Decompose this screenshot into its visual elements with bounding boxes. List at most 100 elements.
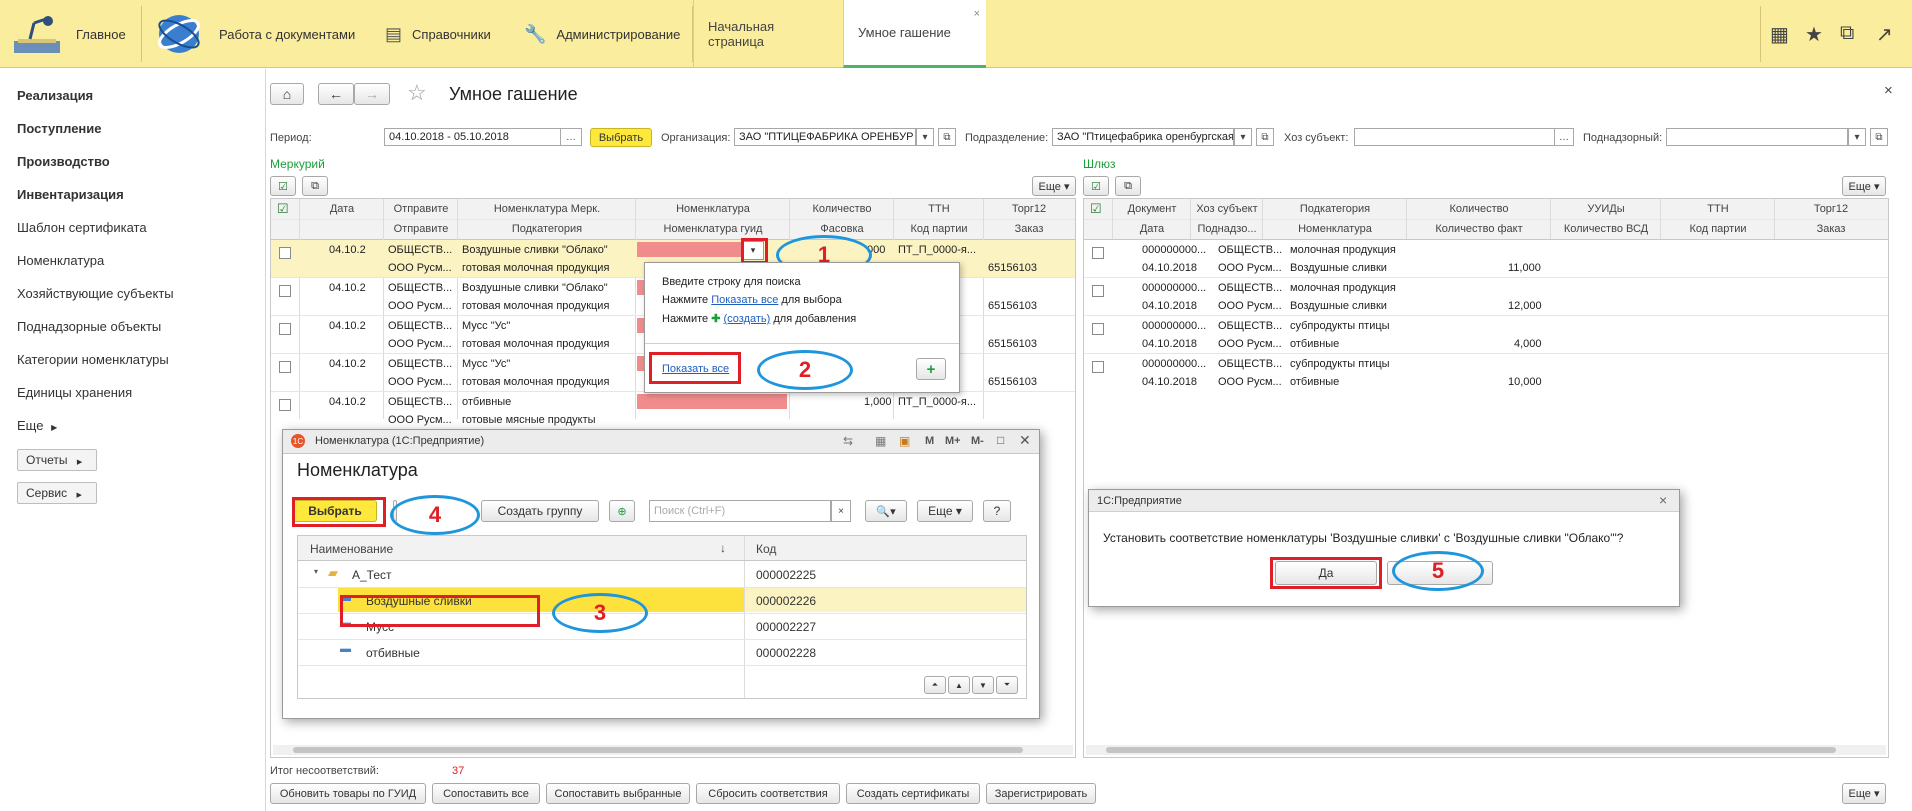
org-dropdown-button[interactable]: ▾ <box>916 128 934 146</box>
close-icon[interactable]: × <box>1659 492 1667 508</box>
create-certificates-button[interactable]: Создать сертификаты <box>846 783 980 804</box>
supervised-field[interactable] <box>1666 128 1848 146</box>
col-uuids[interactable]: УУИДы <box>1552 203 1660 215</box>
division-open-button[interactable]: ⧉ <box>1256 128 1274 146</box>
row-checkbox[interactable] <box>279 247 291 259</box>
checklist-icon[interactable]: ☑ <box>1090 201 1102 217</box>
sidebar-item-production[interactable]: Производство <box>17 154 110 169</box>
nom-empty-cell[interactable] <box>637 242 753 257</box>
search-button[interactable]: 🔍▾ <box>865 500 907 522</box>
row-checkbox[interactable] <box>1092 247 1104 259</box>
reports-button[interactable]: Отчеты ▶ <box>17 449 97 471</box>
update-guid-button[interactable]: Обновить товары по ГУИД <box>270 783 426 804</box>
col-subject[interactable]: Хоз субъект <box>1192 203 1262 215</box>
memory-button[interactable]: M <box>925 435 934 447</box>
col-code[interactable]: Код <box>756 542 776 556</box>
copy-button[interactable]: ⧉ <box>1115 176 1141 196</box>
check-all-button[interactable]: ☑ <box>270 176 296 196</box>
subject-picker-button[interactable]: … <box>1554 128 1574 146</box>
link-icon[interactable]: ⇆ <box>843 434 853 448</box>
scroll-down-button[interactable]: ▼ <box>972 676 994 694</box>
col-batch[interactable]: Код партии <box>1662 223 1774 235</box>
col-ttn[interactable]: ТТН <box>1662 203 1774 215</box>
sidebar-item-sales[interactable]: Реализация <box>17 88 93 103</box>
col-torg12[interactable]: Торг12 <box>1776 203 1886 215</box>
col-qty-fact[interactable]: Количество факт <box>1408 223 1550 235</box>
add-button[interactable]: + <box>916 358 946 380</box>
search-input[interactable]: Поиск (Ctrl+F) <box>649 500 831 522</box>
scroll-thumb[interactable] <box>1106 747 1836 753</box>
sidebar-item-supervised-objects[interactable]: Поднадзорные объекты <box>17 319 161 334</box>
sidebar-item-certificate-template[interactable]: Шаблон сертификата <box>17 220 147 235</box>
row-checkbox[interactable] <box>1092 323 1104 335</box>
create-group-button[interactable]: Создать группу <box>481 500 599 522</box>
row-checkbox[interactable] <box>279 361 291 373</box>
division-field[interactable]: ЗАО "Птицефабрика оренбургская" <box>1052 128 1234 146</box>
org-open-button[interactable]: ⧉ <box>938 128 956 146</box>
supervised-open-button[interactable]: ⧉ <box>1870 128 1888 146</box>
col-qty-vsd[interactable]: Количество ВСД <box>1552 223 1660 235</box>
org-field[interactable]: ЗАО "ПТИЦЕФАБРИКА ОРЕНБУР <box>734 128 916 146</box>
col-pack[interactable]: Фасовка <box>791 223 893 235</box>
match-selected-button[interactable]: Сопоставить выбранные <box>546 783 690 804</box>
match-all-button[interactable]: Сопоставить все <box>432 783 540 804</box>
arrow-icon[interactable]: ↗ <box>1876 22 1893 47</box>
sidebar-item-nomenclature[interactable]: Номенклатура <box>17 253 104 268</box>
sidebar-item-business-entities[interactable]: Хозяйствующие субъекты <box>17 286 174 301</box>
sidebar-item-receipts[interactable]: Поступление <box>17 121 102 136</box>
row-checkbox[interactable] <box>1092 285 1104 297</box>
scroll-up-button[interactable]: ▲ <box>948 676 970 694</box>
help-button[interactable]: ? <box>983 500 1011 522</box>
calendar-icon[interactable]: ▣ <box>899 434 910 448</box>
col-name[interactable]: Наименование <box>310 542 393 556</box>
calculator-icon[interactable]: ▦ <box>875 434 886 448</box>
row-checkbox[interactable] <box>279 399 291 411</box>
col-date[interactable]: Дата <box>1114 223 1190 235</box>
check-all-button[interactable]: ☑ <box>1083 176 1109 196</box>
col-document[interactable]: Документ <box>1114 203 1190 215</box>
grid-icon[interactable]: ▦ <box>1770 22 1789 47</box>
close-icon[interactable]: × <box>1884 82 1893 99</box>
scroll-first-button[interactable]: ⏶ <box>924 676 946 694</box>
col-nom-guid[interactable]: Номенклатура гуид <box>637 223 789 235</box>
star-icon[interactable]: ★ <box>1805 22 1823 47</box>
gateway-more-button[interactable]: Еще ▾ <box>1842 176 1886 196</box>
select-period-button[interactable]: Выбрать <box>590 128 652 147</box>
show-all-link-inline[interactable]: Показать все <box>711 294 778 306</box>
register-button[interactable]: Зарегистрировать <box>986 783 1096 804</box>
tab-smart-redemption[interactable]: Умное гашение × <box>843 0 986 68</box>
sidebar-item-more[interactable]: Еще ▶ <box>17 418 57 433</box>
col-subcat[interactable]: Подкатегория <box>459 223 635 235</box>
copy-button[interactable]: ⧉ <box>302 176 328 196</box>
nom-more-button[interactable]: Еще ▾ <box>917 500 973 522</box>
col-sender[interactable]: Отправите <box>385 203 457 215</box>
forward-button[interactable]: → <box>354 83 390 105</box>
col-subcat[interactable]: Подкатегория <box>1264 203 1406 215</box>
col-batch[interactable]: Код партии <box>895 223 983 235</box>
expand-icon[interactable]: ▾ <box>314 567 318 576</box>
memory-plus-button[interactable]: M+ <box>945 435 961 447</box>
sort-icon[interactable]: ↓ <box>720 541 726 555</box>
memory-minus-button[interactable]: M- <box>971 435 984 447</box>
scroll-thumb[interactable] <box>293 747 1023 753</box>
star-outline-icon[interactable]: ☆ <box>407 80 427 106</box>
col-sender2[interactable]: Отправите <box>385 223 457 235</box>
nom-empty-cell[interactable] <box>637 394 787 409</box>
checklist-icon[interactable]: ☑ <box>277 201 289 217</box>
row-checkbox[interactable] <box>279 323 291 335</box>
row-checkbox[interactable] <box>279 285 291 297</box>
col-nom-merc[interactable]: Номенклатура Мерк. <box>459 203 635 215</box>
col-torg12[interactable]: Торг12 <box>985 203 1073 215</box>
period-field[interactable]: 04.10.2018 - 05.10.2018 <box>384 128 562 146</box>
back-button[interactable]: ← <box>318 83 354 105</box>
division-dropdown-button[interactable]: ▾ <box>1234 128 1252 146</box>
service-button[interactable]: Сервис ▶ <box>17 482 97 504</box>
col-nom[interactable]: Номенклатура <box>1264 223 1406 235</box>
col-nom[interactable]: Номенклатура <box>637 203 789 215</box>
close-icon[interactable]: × <box>974 8 980 20</box>
col-order[interactable]: Заказ <box>1776 223 1886 235</box>
col-supervised[interactable]: Поднадзо... <box>1192 223 1262 235</box>
reset-matches-button[interactable]: Сбросить соответствия <box>696 783 840 804</box>
col-ttn[interactable]: ТТН <box>895 203 983 215</box>
search-clear-button[interactable]: × <box>831 500 851 522</box>
